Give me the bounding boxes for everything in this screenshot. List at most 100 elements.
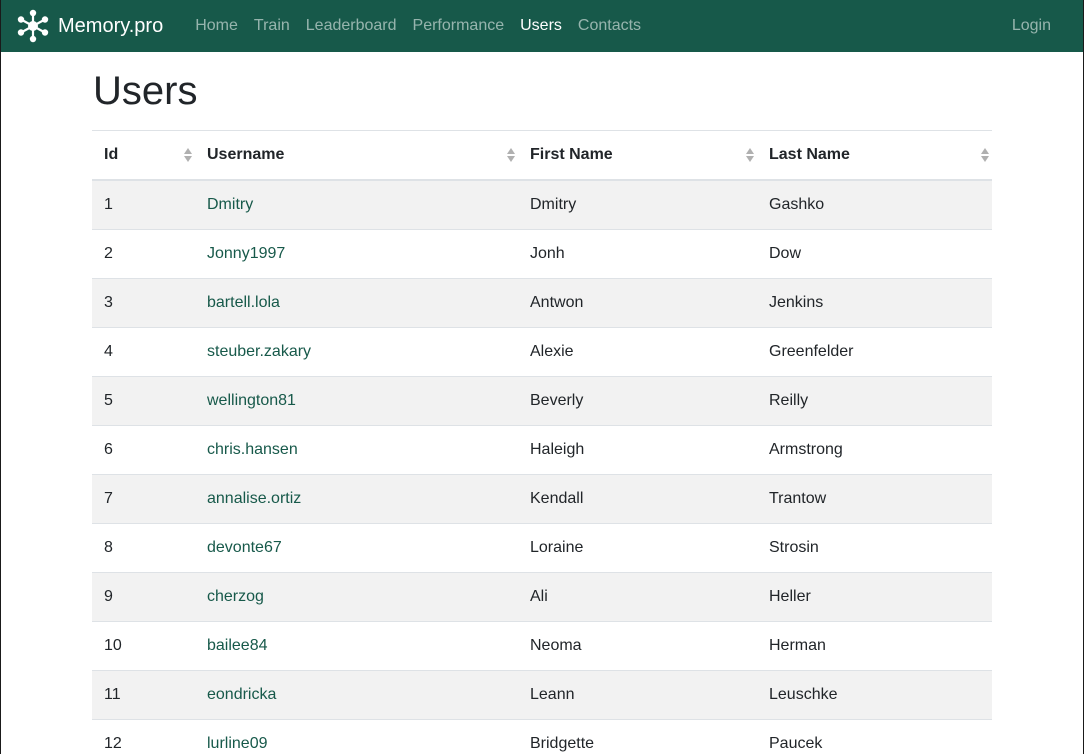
- cell-first-name: Ali: [518, 572, 757, 622]
- login-link[interactable]: Login: [1004, 17, 1059, 34]
- header-row: Id Username First Name Last Name: [92, 130, 992, 181]
- cell-last-name: Reilly: [757, 376, 992, 426]
- cell-username: chris.hansen: [195, 425, 518, 475]
- cell-username: wellington81: [195, 376, 518, 426]
- table-row: 8 devonte67 Loraine Strosin: [92, 523, 992, 573]
- cell-last-name: Trantow: [757, 474, 992, 524]
- users-table: Id Username First Name Last Name 1 Dmitr…: [92, 130, 992, 754]
- brand-link[interactable]: Memory.pro: [16, 9, 163, 43]
- cell-id: 4: [92, 327, 195, 377]
- column-header-first-name[interactable]: First Name: [518, 130, 757, 181]
- nav-link-home[interactable]: Home: [187, 0, 246, 52]
- cell-first-name: Dmitry: [518, 179, 757, 230]
- cell-username: bailee84: [195, 621, 518, 671]
- sort-arrows-icon[interactable]: [183, 147, 193, 163]
- cell-last-name: Herman: [757, 621, 992, 671]
- table-row: 11 eondricka Leann Leuschke: [92, 670, 992, 720]
- nav-right: Login: [1004, 0, 1059, 52]
- username-link[interactable]: bartell.lola: [207, 294, 280, 311]
- page-title: Users: [93, 69, 198, 113]
- username-link[interactable]: annalise.ortiz: [207, 490, 301, 507]
- cell-id: 2: [92, 229, 195, 279]
- nav-link-leaderboard[interactable]: Leaderboard: [298, 0, 405, 52]
- cell-id: 5: [92, 376, 195, 426]
- column-header-label: Id: [104, 146, 119, 163]
- table-row: 4 steuber.zakary Alexie Greenfelder: [92, 327, 992, 377]
- brand-name: Memory.pro: [58, 15, 164, 37]
- table-row: 5 wellington81 Beverly Reilly: [92, 376, 992, 426]
- column-header-last-name[interactable]: Last Name: [757, 130, 992, 181]
- username-link[interactable]: devonte67: [207, 539, 282, 556]
- cell-username: bartell.lola: [195, 278, 518, 328]
- table-row: 10 bailee84 Neoma Herman: [92, 621, 992, 671]
- cell-id: 6: [92, 425, 195, 475]
- sort-arrows-icon[interactable]: [745, 147, 755, 163]
- cell-last-name: Armstrong: [757, 425, 992, 475]
- cell-username: lurline09: [195, 719, 518, 754]
- cell-username: annalise.ortiz: [195, 474, 518, 524]
- cell-first-name: Bridgette: [518, 719, 757, 754]
- table-row: 1 Dmitry Dmitry Gashko: [92, 179, 992, 230]
- username-link[interactable]: bailee84: [207, 637, 268, 654]
- cell-last-name: Strosin: [757, 523, 992, 573]
- column-header-username[interactable]: Username: [195, 130, 518, 181]
- table-row: 3 bartell.lola Antwon Jenkins: [92, 278, 992, 328]
- cell-first-name: Haleigh: [518, 425, 757, 475]
- cell-last-name: Greenfelder: [757, 327, 992, 377]
- table-row: 6 chris.hansen Haleigh Armstrong: [92, 425, 992, 475]
- nav-link-train[interactable]: Train: [246, 0, 298, 52]
- sort-arrows-icon[interactable]: [506, 147, 516, 163]
- sort-arrows-icon[interactable]: [980, 147, 990, 163]
- column-header-label: Last Name: [769, 146, 850, 163]
- cell-first-name: Antwon: [518, 278, 757, 328]
- username-link[interactable]: wellington81: [207, 392, 296, 409]
- table-header: Id Username First Name Last Name: [92, 130, 992, 181]
- cell-last-name: Jenkins: [757, 278, 992, 328]
- column-header-label: Username: [207, 146, 285, 163]
- cell-id: 7: [92, 474, 195, 524]
- username-link[interactable]: lurline09: [207, 735, 267, 752]
- cell-id: 12: [92, 719, 195, 754]
- cell-username: steuber.zakary: [195, 327, 518, 377]
- cell-username: Jonny1997: [195, 229, 518, 279]
- cell-first-name: Jonh: [518, 229, 757, 279]
- username-link[interactable]: chris.hansen: [207, 441, 298, 458]
- cell-last-name: Paucek: [757, 719, 992, 754]
- cell-username: Dmitry: [195, 179, 518, 230]
- cell-first-name: Leann: [518, 670, 757, 720]
- nav-link-users[interactable]: Users: [512, 0, 570, 52]
- username-link[interactable]: eondricka: [207, 686, 276, 703]
- nav-link-contacts[interactable]: Contacts: [570, 0, 649, 52]
- cell-last-name: Gashko: [757, 179, 992, 230]
- cell-first-name: Loraine: [518, 523, 757, 573]
- cell-username: eondricka: [195, 670, 518, 720]
- cell-id: 11: [92, 670, 195, 720]
- table-row: 12 lurline09 Bridgette Paucek: [92, 719, 992, 754]
- cell-username: devonte67: [195, 523, 518, 573]
- cell-id: 8: [92, 523, 195, 573]
- column-header-id[interactable]: Id: [92, 130, 195, 181]
- network-nodes-icon: [17, 9, 49, 43]
- main-content: Users Id Username First Name Last Name 1…: [92, 70, 992, 754]
- cell-first-name: Alexie: [518, 327, 757, 377]
- cell-first-name: Beverly: [518, 376, 757, 426]
- nav-menu: Home Train Leaderboard Performance Users…: [187, 0, 649, 52]
- cell-id: 10: [92, 621, 195, 671]
- table-row: 9 cherzog Ali Heller: [92, 572, 992, 622]
- table-row: 7 annalise.ortiz Kendall Trantow: [92, 474, 992, 524]
- username-link[interactable]: cherzog: [207, 588, 264, 605]
- cell-last-name: Leuschke: [757, 670, 992, 720]
- page: Memory.pro Home Train Leaderboard Perfor…: [0, 0, 1084, 754]
- cell-id: 3: [92, 278, 195, 328]
- cell-first-name: Kendall: [518, 474, 757, 524]
- cell-username: cherzog: [195, 572, 518, 622]
- username-link[interactable]: Dmitry: [207, 196, 253, 213]
- navbar: Memory.pro Home Train Leaderboard Perfor…: [1, 0, 1083, 52]
- cell-first-name: Neoma: [518, 621, 757, 671]
- nav-link-performance[interactable]: Performance: [405, 0, 513, 52]
- username-link[interactable]: Jonny1997: [207, 245, 285, 262]
- cell-last-name: Dow: [757, 229, 992, 279]
- username-link[interactable]: steuber.zakary: [207, 343, 311, 360]
- column-header-label: First Name: [530, 146, 613, 163]
- cell-id: 9: [92, 572, 195, 622]
